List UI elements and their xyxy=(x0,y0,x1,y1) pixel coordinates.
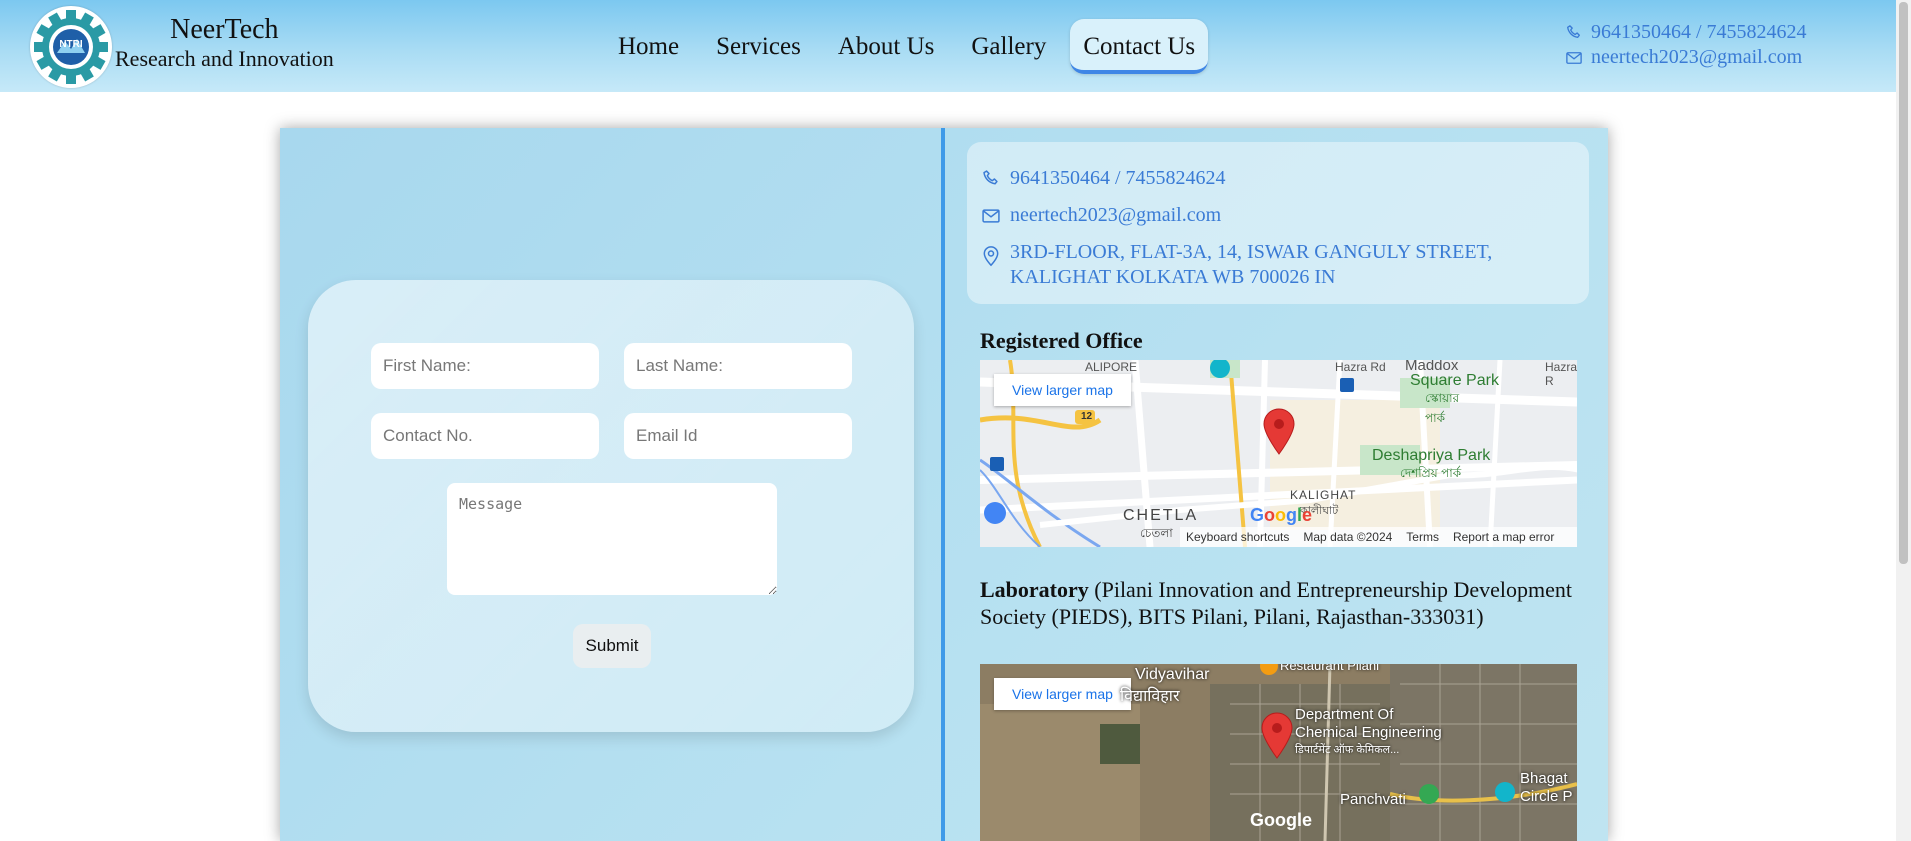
contact-info: 9641350464 / 7455824624 neertech2023@gma… xyxy=(967,142,1589,304)
map-label-vidyavihar: Vidyavihar xyxy=(1135,666,1210,683)
laboratory-description: Laboratory (Pilani Innovation and Entrep… xyxy=(980,576,1585,630)
map-label-dept-hi: डिपार्टमेंट ऑफ केमिकल... xyxy=(1295,744,1400,756)
phone-icon xyxy=(983,170,998,185)
google-logo: Google xyxy=(1250,810,1312,830)
logo-text: NTRI xyxy=(59,39,83,50)
view-larger-map-button[interactable]: View larger map xyxy=(994,678,1131,710)
contact-form: Submit xyxy=(308,280,914,732)
map-label-hazra-rd: Hazra Rd xyxy=(1335,360,1386,374)
phone-icon xyxy=(1567,24,1580,38)
map-footer: Keyboard shortcuts Map data ©2024 Terms … xyxy=(1180,527,1577,547)
main-nav: Home Services About Us Gallery Contact U… xyxy=(605,19,1219,74)
location-pin-icon xyxy=(983,246,999,267)
map-label-deshapriya: Deshapriya Park xyxy=(1372,447,1491,464)
map-label-square-park: Square Park xyxy=(1410,372,1499,389)
laboratory-title: Laboratory xyxy=(980,577,1089,602)
map-label-vidyavihar-hi: विद्याविहार xyxy=(1120,688,1180,705)
address-line-1: 3RD-FLOOR, FLAT-3A, 14, ISWAR GANGULY ST… xyxy=(1010,241,1493,263)
registered-office-map[interactable]: View larger map ALIPORE Hazra Rd Maddox … xyxy=(980,360,1577,547)
map-label-circle: Circle P xyxy=(1520,788,1573,805)
contact-card: Submit 9641350464 / 7455824624 neertech2… xyxy=(280,128,1608,841)
map-label-dept-line2: Chemical Engineering xyxy=(1295,724,1442,741)
nav-about-us[interactable]: About Us xyxy=(825,19,948,74)
info-phone-link[interactable]: 9641350464 / 7455824624 xyxy=(1010,166,1226,191)
site-header: NTRI NeerTech Research and Innovation Ho… xyxy=(0,0,1896,92)
info-address: 3RD-FLOOR, FLAT-3A, 14, ISWAR GANGULY ST… xyxy=(1010,240,1492,290)
brand-tagline: Research and Innovation xyxy=(115,46,334,71)
map-marker-icon[interactable] xyxy=(1261,408,1297,456)
last-name-input[interactable] xyxy=(624,343,852,389)
card-divider xyxy=(941,128,945,841)
map-label-kalighat: KALIGHAT xyxy=(1290,488,1357,502)
map-label-chetla-bn: চেতলা xyxy=(1140,526,1173,540)
report-map-error-link[interactable]: Report a map error xyxy=(1453,530,1554,544)
brand[interactable]: NeerTech Research and Innovation xyxy=(115,14,334,72)
submit-button[interactable]: Submit xyxy=(573,624,651,668)
header-phone-link[interactable]: 9641350464 / 7455824624 xyxy=(1591,20,1807,45)
laboratory-map[interactable]: View larger map Vidyavihar विद्याविहार R… xyxy=(980,664,1577,841)
map-label-restaurant: Restaurant Pilani xyxy=(1280,664,1379,673)
brand-name: NeerTech xyxy=(170,14,279,45)
nav-services[interactable]: Services xyxy=(703,19,814,74)
header-contact: 9641350464 / 7455824624 neertech2023@gma… xyxy=(1565,20,1807,70)
map-label-deshapriya-bn: দেশপ্রিয় পার্ক xyxy=(1400,466,1462,480)
nav-contact-us[interactable]: Contact Us xyxy=(1070,19,1209,74)
view-larger-map-button[interactable]: View larger map xyxy=(994,374,1131,406)
map-data-text: Map data ©2024 xyxy=(1303,530,1393,544)
map-label-hazra-r: Hazra R xyxy=(1545,360,1577,388)
map-label-route: 12 xyxy=(1081,411,1093,422)
address-line-2: KALIGHAT KOLKATA WB 700026 IN xyxy=(1010,266,1336,288)
contact-number-input[interactable] xyxy=(371,413,599,459)
map-label-dept-line1: Department Of xyxy=(1295,706,1394,723)
map-label-alipore: ALIPORE xyxy=(1085,360,1138,374)
map-label-chetla: CHETLA xyxy=(1123,507,1199,524)
map-label-square-park-bn: স্কোয়ার পার্ক xyxy=(1425,391,1460,425)
info-email-link[interactable]: neertech2023@gmail.com xyxy=(1010,203,1221,228)
header-email-link[interactable]: neertech2023@gmail.com xyxy=(1591,45,1802,70)
logo[interactable]: NTRI xyxy=(30,6,112,88)
mail-icon xyxy=(982,209,1000,223)
google-logo: Google xyxy=(1250,505,1313,525)
mail-icon xyxy=(1566,51,1582,64)
nav-gallery[interactable]: Gallery xyxy=(958,19,1059,74)
page-scrollbar[interactable] xyxy=(1896,0,1911,841)
map-label-panchvati: Panchvati xyxy=(1340,791,1406,808)
map-marker-icon[interactable] xyxy=(1259,712,1295,760)
message-textarea[interactable] xyxy=(447,483,777,595)
terms-link[interactable]: Terms xyxy=(1406,530,1439,544)
map-label-bhagat: Bhagat xyxy=(1520,770,1568,787)
scrollbar-thumb[interactable] xyxy=(1899,2,1908,564)
nav-home[interactable]: Home xyxy=(605,19,692,74)
registered-office-title: Registered Office xyxy=(980,328,1143,353)
keyboard-shortcuts-link[interactable]: Keyboard shortcuts xyxy=(1186,530,1289,544)
first-name-input[interactable] xyxy=(371,343,599,389)
email-input[interactable] xyxy=(624,413,852,459)
